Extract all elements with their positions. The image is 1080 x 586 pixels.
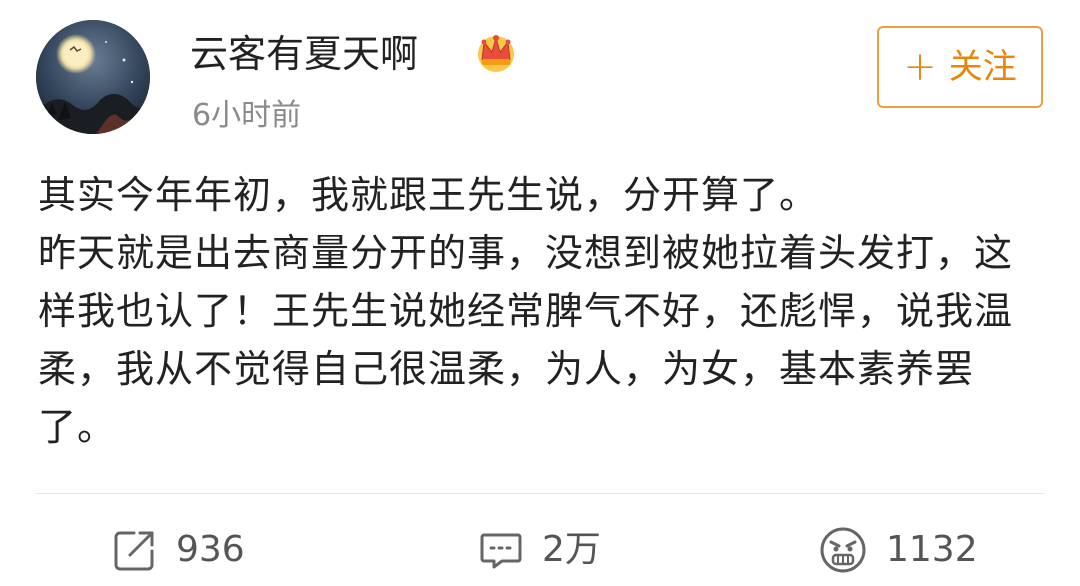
post-content: 其实今年年初，我就跟王先生说，分开算了。 昨天就是出去商量分开的事，没想到被她拉… (38, 166, 1048, 456)
angry-face-icon (818, 525, 868, 575)
reaction-count: 1132 (886, 529, 978, 570)
post-header: 云客有夏天啊 6小时前 + 关注 (0, 0, 1080, 150)
repost-count: 936 (176, 529, 245, 570)
repost-icon (112, 527, 158, 573)
moon-night-avatar-icon (36, 20, 150, 134)
avatar[interactable] (36, 20, 150, 134)
follow-button[interactable]: + 关注 (877, 26, 1043, 108)
content-paragraph: 昨天就是出去商量分开的事，没想到被她拉着头发打，这样我也认了！王先生说她经常脾气… (38, 231, 1014, 449)
username[interactable]: 云客有夏天啊 (190, 32, 418, 76)
crown-icon (472, 30, 520, 74)
action-bar: 936 2万 1132 (0, 510, 1080, 586)
plus-icon: + (903, 44, 937, 90)
repost-button[interactable]: 936 (112, 522, 245, 578)
comment-count: 2万 (542, 529, 601, 570)
follow-button-label: 关注 (948, 47, 1017, 87)
comment-icon (478, 527, 524, 573)
post-time: 6小时前 (192, 98, 302, 133)
divider (36, 493, 1044, 494)
comment-button[interactable]: 2万 (478, 522, 601, 578)
reaction-button[interactable]: 1132 (818, 522, 978, 578)
content-paragraph: 其实今年年初，我就跟王先生说，分开算了。 (38, 173, 819, 217)
